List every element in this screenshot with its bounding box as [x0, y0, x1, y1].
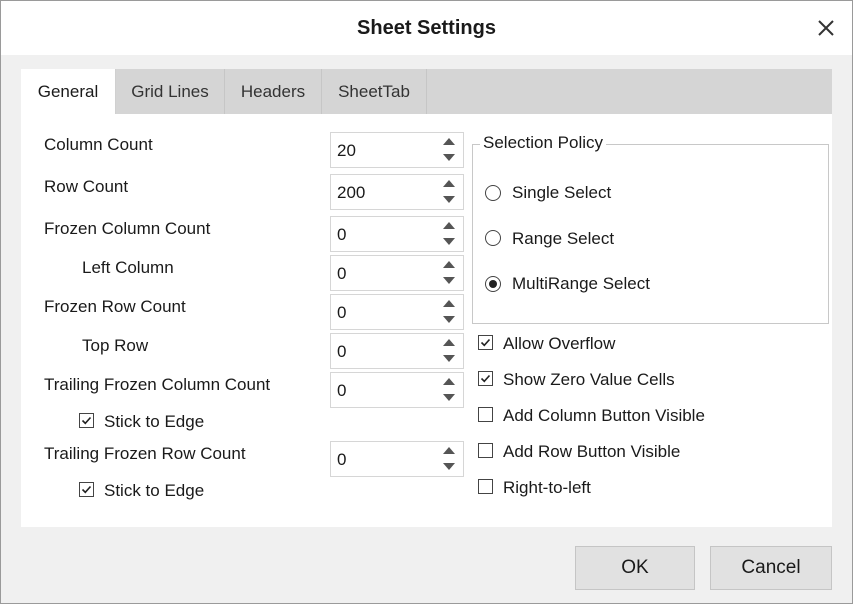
spin-up-icon[interactable]	[435, 175, 463, 192]
spin-down-icon[interactable]	[435, 459, 463, 476]
row-count-value: 200	[337, 183, 366, 202]
selection-policy-title: Selection Policy	[480, 133, 607, 153]
single-select-label: Single Select	[512, 183, 612, 202]
frozen-row-count-value: 0	[337, 303, 347, 322]
top-row-spinner[interactable]: 0	[330, 333, 464, 369]
show-zero-value-cells-checkbox[interactable]	[478, 371, 493, 386]
column-count-label: Column Count	[44, 135, 153, 154]
frozen-column-count-spinner[interactable]: 0	[330, 216, 464, 252]
add-column-button-visible-label: Add Column Button Visible	[503, 406, 705, 425]
tab-sheettab[interactable]: SheetTab	[322, 69, 427, 114]
left-column-label: Left Column	[82, 258, 174, 277]
tab-grid-lines[interactable]: Grid Lines	[116, 69, 225, 114]
spin-down-icon[interactable]	[435, 150, 463, 167]
trailing-frozen-row-count-label: Trailing Frozen Row Count	[44, 444, 246, 463]
add-column-button-visible-checkbox[interactable]	[478, 407, 493, 422]
spin-up-icon[interactable]	[435, 133, 463, 150]
tab-general[interactable]: General	[21, 69, 116, 115]
multirange-select-label: MultiRange Select	[512, 274, 650, 293]
single-select-radio[interactable]	[485, 185, 501, 201]
frozen-row-count-label: Frozen Row Count	[44, 297, 186, 316]
trailing-col-stick-checkbox[interactable]	[79, 413, 94, 428]
spin-up-icon[interactable]	[435, 256, 463, 273]
cancel-button[interactable]: Cancel	[710, 546, 832, 590]
close-icon[interactable]	[813, 15, 839, 41]
range-select-label: Range Select	[512, 229, 615, 248]
trailing-row-stick-checkbox[interactable]	[79, 482, 94, 497]
spin-down-icon[interactable]	[435, 192, 463, 209]
check-icon	[480, 374, 491, 383]
trailing-frozen-column-count-label: Trailing Frozen Column Count	[44, 375, 271, 394]
frozen-column-count-label: Frozen Column Count	[44, 219, 211, 238]
column-count-spinner[interactable]: 20	[330, 132, 464, 168]
show-zero-value-cells-label: Show Zero Value Cells	[503, 370, 675, 389]
check-icon	[480, 338, 491, 347]
right-to-left-checkbox[interactable]	[478, 479, 493, 494]
tab-strip: General Grid Lines Headers SheetTab	[21, 69, 832, 115]
dialog-title: Sheet Settings	[357, 17, 496, 39]
left-column-value: 0	[337, 264, 347, 283]
allow-overflow-label: Allow Overflow	[503, 334, 616, 353]
column-count-value: 20	[337, 141, 356, 160]
multirange-select-radio[interactable]	[485, 276, 501, 292]
frozen-column-count-value: 0	[337, 225, 347, 244]
spin-down-icon[interactable]	[435, 390, 463, 407]
top-row-label: Top Row	[82, 336, 149, 355]
row-count-label: Row Count	[44, 177, 129, 196]
add-row-button-visible-checkbox[interactable]	[478, 443, 493, 458]
title-bar: Sheet Settings	[1, 1, 852, 55]
add-row-button-visible-label: Add Row Button Visible	[503, 442, 681, 461]
range-select-radio[interactable]	[485, 230, 501, 246]
trailing-frozen-row-count-value: 0	[337, 450, 347, 469]
spin-up-icon[interactable]	[435, 334, 463, 351]
row-count-spinner[interactable]: 200	[330, 174, 464, 210]
spin-up-icon[interactable]	[435, 217, 463, 234]
spin-up-icon[interactable]	[435, 373, 463, 390]
check-icon	[81, 485, 92, 494]
spin-down-icon[interactable]	[435, 273, 463, 290]
spin-up-icon[interactable]	[435, 295, 463, 312]
trailing-frozen-row-count-spinner[interactable]: 0	[330, 441, 464, 477]
trailing-col-stick-label: Stick to Edge	[104, 412, 205, 431]
tab-headers[interactable]: Headers	[225, 69, 322, 114]
right-to-left-label: Right-to-left	[503, 478, 591, 497]
ok-button[interactable]: OK	[575, 546, 695, 590]
sheet-settings-dialog: Sheet Settings General Grid Lines Header…	[0, 0, 853, 604]
spin-up-icon[interactable]	[435, 442, 463, 459]
left-column-spinner[interactable]: 0	[330, 255, 464, 291]
trailing-frozen-column-count-spinner[interactable]: 0	[330, 372, 464, 408]
top-row-value: 0	[337, 342, 347, 361]
spin-down-icon[interactable]	[435, 351, 463, 368]
check-icon	[81, 416, 92, 425]
spin-down-icon[interactable]	[435, 312, 463, 329]
frozen-row-count-spinner[interactable]: 0	[330, 294, 464, 330]
allow-overflow-checkbox[interactable]	[478, 335, 493, 350]
trailing-frozen-column-count-value: 0	[337, 381, 347, 400]
trailing-row-stick-label: Stick to Edge	[104, 481, 205, 500]
spin-down-icon[interactable]	[435, 234, 463, 251]
